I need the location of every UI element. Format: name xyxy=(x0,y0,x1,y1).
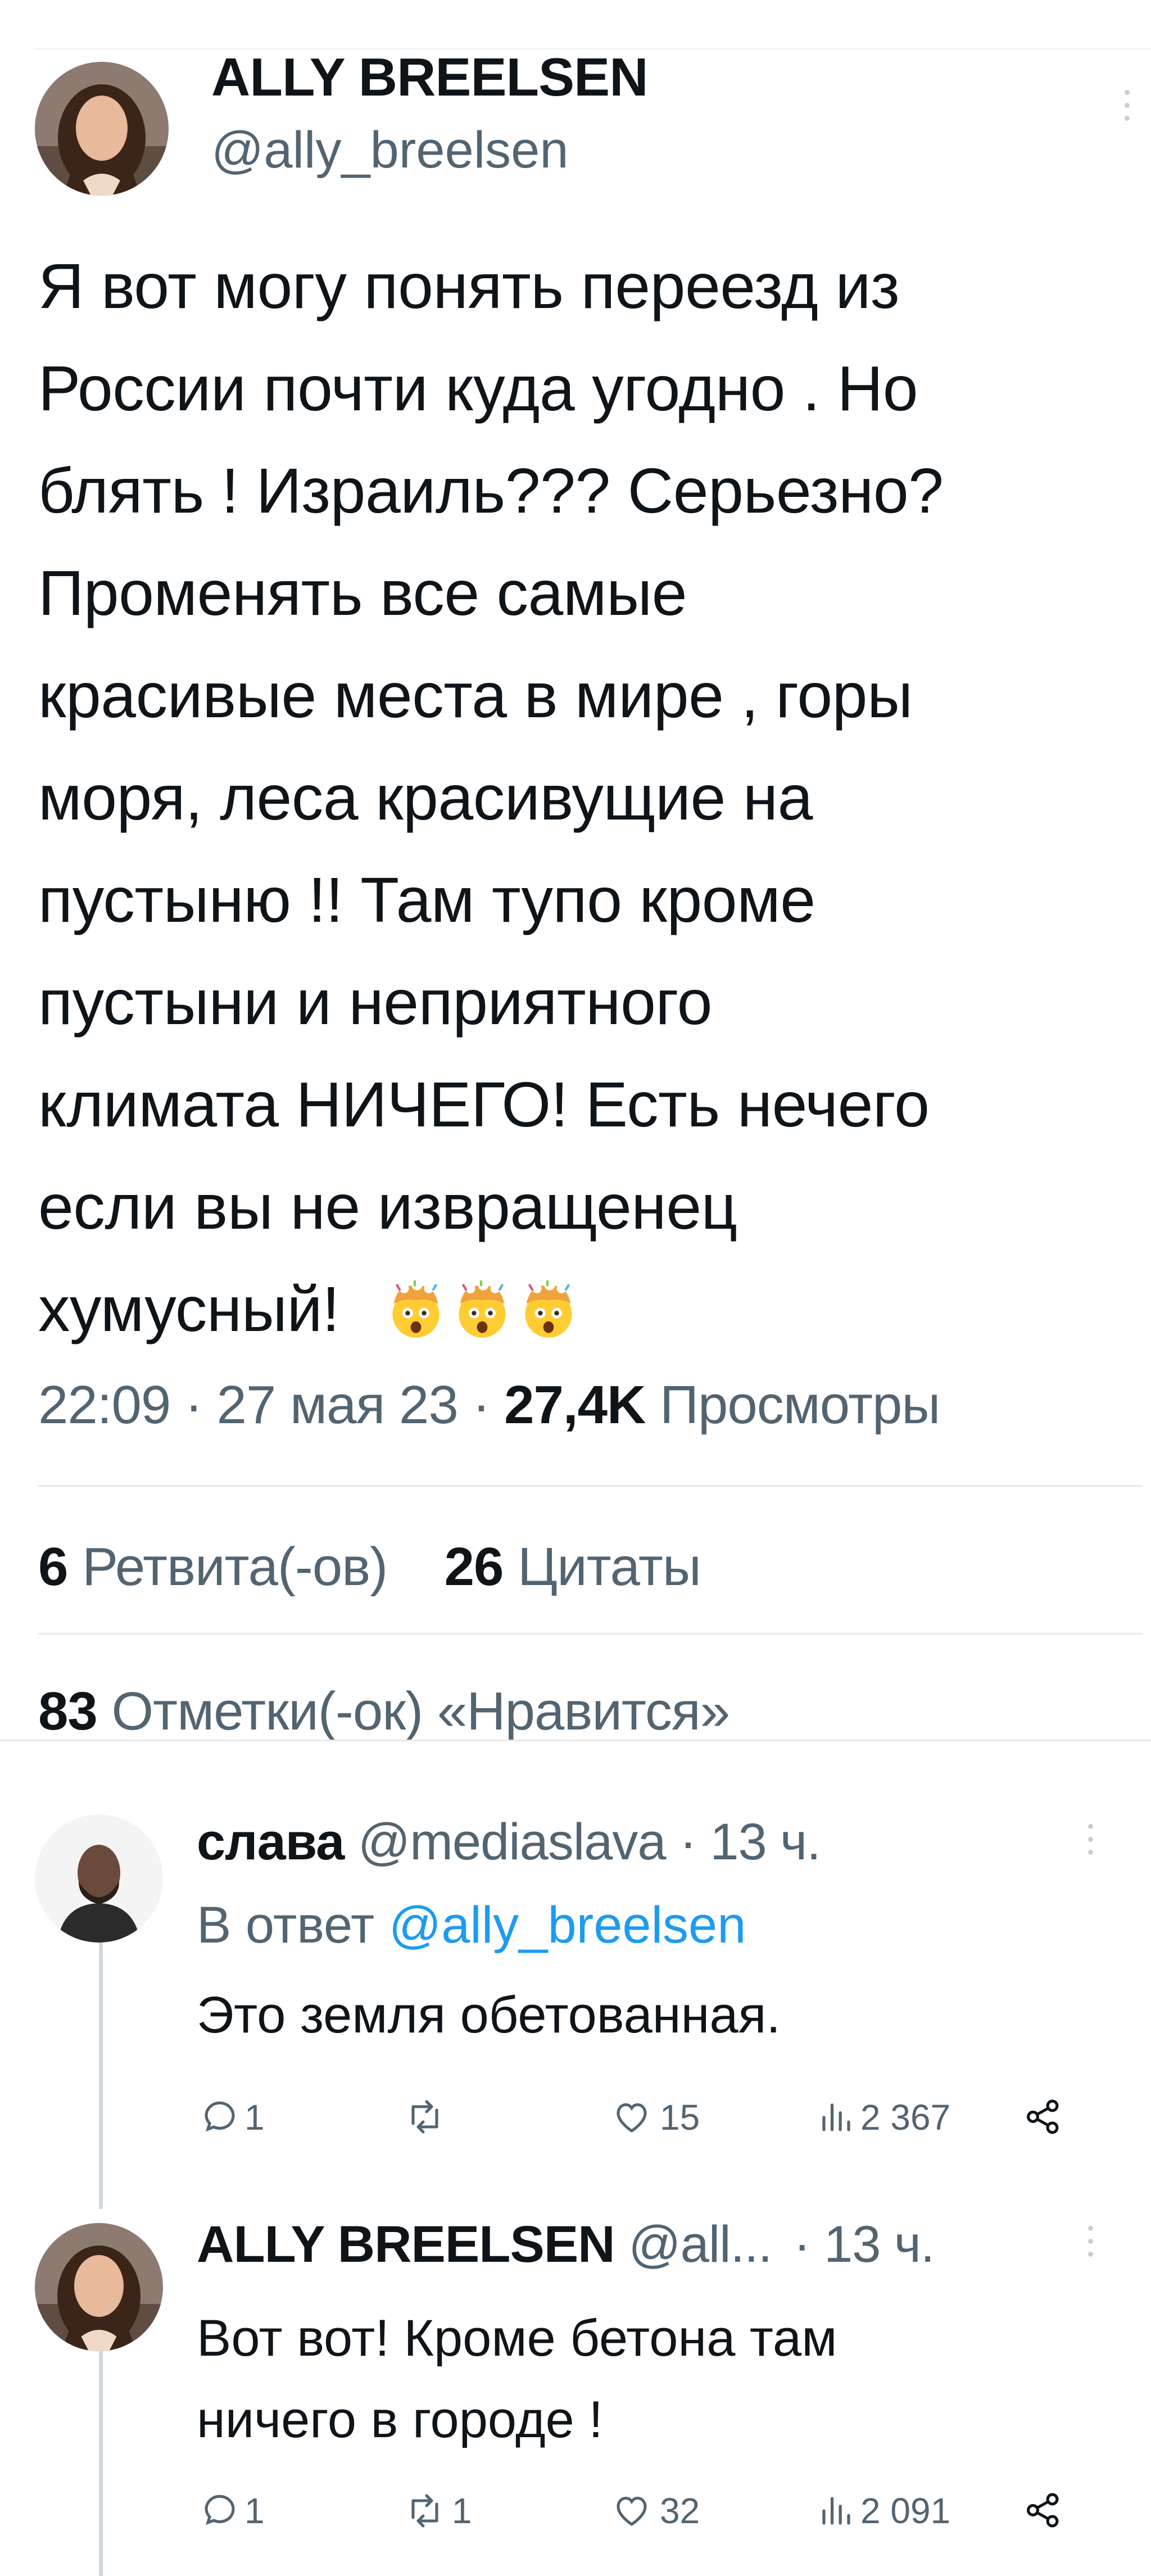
exploding-head-icon xyxy=(459,1280,506,1338)
more-icon[interactable] xyxy=(1085,2226,1096,2265)
like-count: 15 xyxy=(660,2097,700,2138)
reply-to-handle[interactable]: @ally_breelsen xyxy=(389,1896,746,1954)
retweets-stat[interactable]: 6 Ретвита(-ов) xyxy=(38,1537,402,1597)
retweet-icon xyxy=(411,2494,438,2528)
reply-count: 1 xyxy=(244,2491,265,2531)
avatar[interactable] xyxy=(35,62,169,196)
likes-count: 83 xyxy=(38,1681,98,1741)
more-icon[interactable] xyxy=(1121,90,1132,129)
quotes-label: Цитаты xyxy=(518,1537,701,1597)
tweet-line: красивые места в мире , горы xyxy=(38,660,913,731)
tweet-line: Променять все самые xyxy=(38,558,687,628)
views-label[interactable]: Просмотры xyxy=(660,1375,940,1435)
tweet-line: моря, леса красивущие на xyxy=(38,762,813,833)
views-action[interactable]: 2 091 xyxy=(818,2490,950,2532)
divider xyxy=(38,1633,1143,1635)
reply-time[interactable]: · 13 ч. xyxy=(679,1813,821,1871)
tweet-line: Я вот могу понять переезд из xyxy=(38,251,900,322)
views-action[interactable]: 2 367 xyxy=(818,2097,950,2138)
reply-action[interactable]: 1 xyxy=(200,2097,265,2138)
meta-separator: · xyxy=(184,1375,203,1435)
reply-action[interactable]: 1 xyxy=(200,2490,265,2532)
views-count[interactable]: 27,4K xyxy=(504,1375,646,1435)
engagement-row: 6 Ретвита(-ов) 26 Цитаты xyxy=(38,1533,701,1601)
tweet-line: пустыню !! Там тупо кроме xyxy=(38,864,815,935)
tweet-line: хумусный! xyxy=(38,1258,1134,1360)
retweet-icon xyxy=(411,2100,438,2134)
tweet-time[interactable]: 22:09 xyxy=(38,1375,171,1435)
reply-text: Это земля обетованная. xyxy=(197,1984,781,2046)
retweet-action[interactable]: 1 xyxy=(402,2490,472,2532)
thread-line xyxy=(99,1905,103,2209)
retweet-count: 1 xyxy=(452,2491,472,2531)
reply-author-handle[interactable]: @all... xyxy=(628,2216,772,2273)
tweet-text: Я вот могу понять переезд из России почт… xyxy=(38,235,1134,1360)
avatar[interactable] xyxy=(35,2223,163,2351)
quotes-stat[interactable]: 26 Цитаты xyxy=(445,1537,701,1597)
author-handle[interactable]: @ally_breelsen xyxy=(211,119,569,181)
reply-author-handle[interactable]: @mediaslava xyxy=(358,1813,667,1871)
tweet-line-text: хумусный! xyxy=(38,1274,340,1344)
exploding-head-icon xyxy=(392,1280,439,1338)
likes-stat-clip: 83 Отметки(-ок) «Нравится» xyxy=(38,1678,729,1741)
more-icon[interactable] xyxy=(1085,1824,1096,1863)
like-icon xyxy=(617,2103,647,2133)
reply-line: ничего в городе ! xyxy=(197,2391,603,2448)
tweet-line: климата НИЧЕГО! Есть нечего xyxy=(38,1069,930,1140)
reply-text: Вот вот! Кроме бетона там ничего в город… xyxy=(197,2298,837,2461)
likes-stat[interactable]: 83 Отметки(-ок) «Нравится» xyxy=(38,1681,729,1741)
retweets-count: 6 xyxy=(38,1537,68,1597)
quotes-count: 26 xyxy=(444,1537,504,1597)
meta-separator: · xyxy=(472,1375,491,1435)
avatar[interactable] xyxy=(35,1814,163,1943)
reply-header: слава @mediaslava · 13 ч. xyxy=(197,1811,821,1873)
reply-to-line: В ответ @ally_breelsen xyxy=(197,1894,746,1956)
tweet-line: если вы не извращенец xyxy=(38,1171,737,1242)
author-name[interactable]: ALLY BREELSEN xyxy=(211,44,649,111)
reply-to-label: В ответ xyxy=(197,1896,375,1954)
reply-line: Вот вот! Кроме бетона там xyxy=(197,2310,837,2367)
divider xyxy=(38,1485,1143,1487)
retweets-label: Ретвита(-ов) xyxy=(82,1537,388,1597)
tweet-line: пустыни и неприятного xyxy=(38,967,713,1038)
share-icon xyxy=(1027,2099,1059,2134)
views-icon xyxy=(822,2103,850,2131)
exploding-head-icon xyxy=(525,1280,572,1338)
share-action[interactable] xyxy=(1023,2097,1063,2137)
retweet-action[interactable] xyxy=(402,2097,452,2137)
reply-author-name[interactable]: ALLY BREELSEN xyxy=(197,2216,615,2273)
like-action[interactable]: 32 xyxy=(610,2490,700,2532)
reply-author-name[interactable]: слава xyxy=(197,1813,345,1871)
like-count: 32 xyxy=(660,2491,700,2531)
thread-line xyxy=(99,2349,103,2576)
like-action[interactable]: 15 xyxy=(610,2097,700,2138)
section-divider xyxy=(0,1740,1151,1741)
reply-icon xyxy=(205,2494,235,2525)
reply-header: ALLY BREELSEN @all... · 13 ч. xyxy=(197,2213,935,2275)
reply-icon xyxy=(205,2101,235,2132)
like-icon xyxy=(617,2496,647,2527)
reply-time[interactable]: · 13 ч. xyxy=(794,2216,935,2273)
share-icon xyxy=(1027,2493,1059,2528)
reply-count: 1 xyxy=(244,2097,265,2138)
likes-label: Отметки(-ок) «Нравится» xyxy=(111,1681,730,1741)
tweet-date[interactable]: 27 мая 23 xyxy=(217,1375,459,1435)
views-icon xyxy=(822,2497,850,2525)
views-count: 2 091 xyxy=(860,2491,951,2531)
tweet-line: блять ! Израиль??? Серьезно? xyxy=(38,455,944,526)
reply-line: Это земля обетованная. xyxy=(197,1986,781,2044)
tweet-line: России почти куда угодно . Но xyxy=(38,353,918,424)
views-count: 2 367 xyxy=(860,2097,951,2138)
share-action[interactable] xyxy=(1023,2490,1063,2530)
tweet-meta: 22:09 · 27 мая 23 · 27,4K Просмотры xyxy=(38,1371,940,1439)
